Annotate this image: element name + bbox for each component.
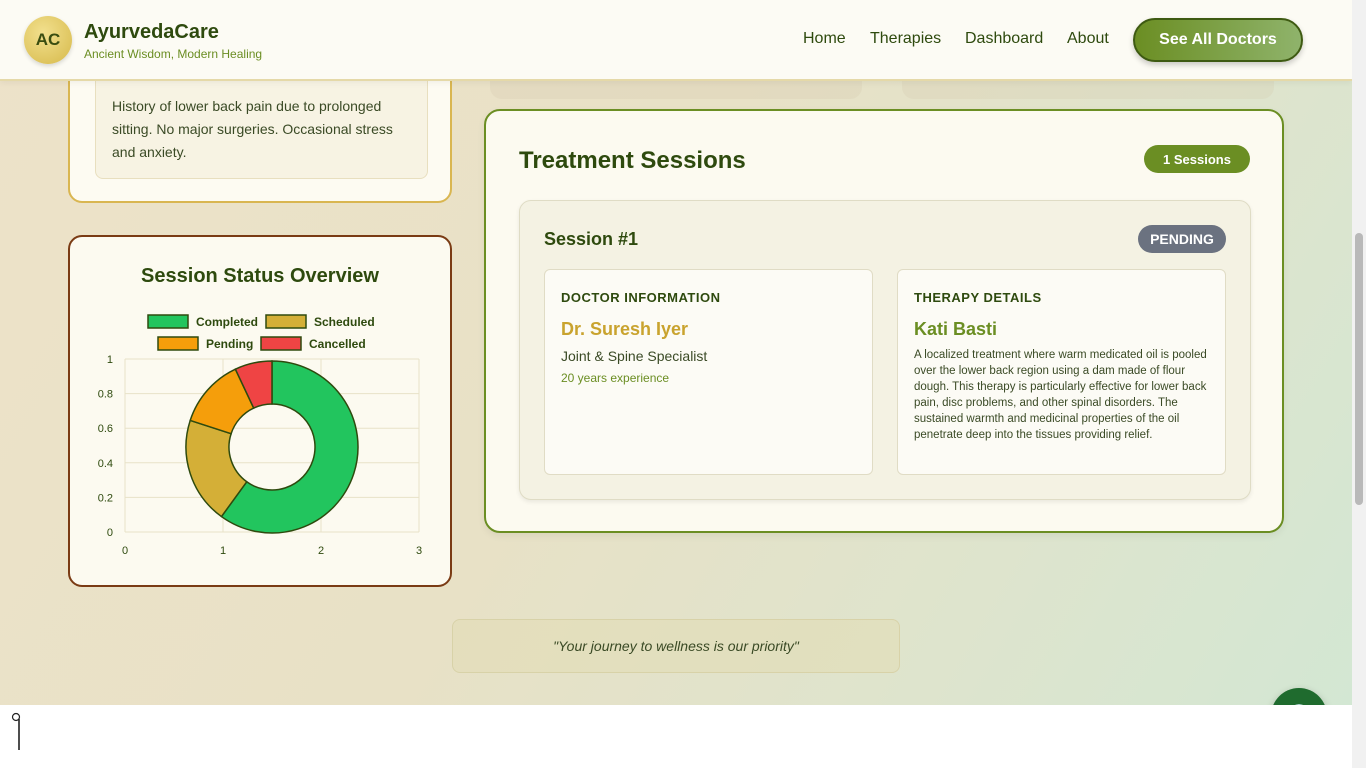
y-tick-label: 0.2 bbox=[98, 492, 113, 504]
card-shadow bbox=[490, 81, 862, 99]
bottom-panel[interactable] bbox=[0, 705, 1352, 768]
x-tick-label: 1 bbox=[220, 545, 226, 557]
session-status-chart-card: Session Status Overview 0 0.2 0.4 0.6 0.8 1 0 1… bbox=[68, 235, 452, 587]
y-tick-label: 0.8 bbox=[98, 389, 113, 401]
treatment-sessions-title: Treatment Sessions bbox=[519, 147, 746, 174]
legend-label: Pending bbox=[206, 337, 253, 351]
status-badge: PENDING bbox=[1138, 225, 1226, 253]
see-all-doctors-button[interactable]: See All Doctors bbox=[1133, 18, 1303, 62]
card-shadow bbox=[902, 81, 1274, 99]
legend-swatch bbox=[157, 336, 199, 351]
nav-dashboard-link[interactable]: Dashboard bbox=[965, 30, 1043, 48]
text-cursor-icon bbox=[11, 712, 21, 750]
y-tick-label: 0 bbox=[107, 527, 113, 539]
nav-about-link[interactable]: About bbox=[1067, 30, 1109, 48]
doctor-experience: 20 years experience bbox=[561, 371, 670, 385]
nav-therapies-link[interactable]: Therapies bbox=[870, 30, 941, 48]
x-tick-label: 2 bbox=[318, 545, 324, 557]
doctor-name[interactable]: Dr. Suresh Iyer bbox=[561, 319, 688, 340]
medical-history-text: History of lower back pain due to prolon… bbox=[95, 70, 428, 179]
doctor-info-box: DOCTOR INFORMATION Dr. Suresh Iyer Joint… bbox=[544, 269, 873, 475]
x-tick-label: 3 bbox=[416, 545, 422, 557]
treatment-sessions-card: Treatment Sessions 1 Sessions Session #1… bbox=[484, 109, 1284, 533]
logo[interactable]: AC bbox=[24, 16, 72, 64]
legend-swatch bbox=[147, 314, 189, 329]
legend-swatch bbox=[265, 314, 307, 329]
legend-label: Scheduled bbox=[314, 315, 375, 329]
medical-history-card: History of lower back pain due to prolon… bbox=[68, 60, 452, 203]
legend-label: Completed bbox=[196, 315, 258, 329]
y-tick-label: 1 bbox=[107, 354, 113, 366]
session-item: Session #1 PENDING DOCTOR INFORMATION Dr… bbox=[519, 200, 1251, 500]
sessions-count-badge: 1 Sessions bbox=[1144, 145, 1250, 173]
doctor-info-heading: DOCTOR INFORMATION bbox=[561, 290, 721, 305]
therapy-details-heading: THERAPY DETAILS bbox=[914, 290, 1042, 305]
legend-swatch bbox=[260, 336, 302, 351]
top-navigation-bar: AC AyurvedaCare Ancient Wisdom, Modern H… bbox=[0, 0, 1352, 81]
legend-label: Cancelled bbox=[309, 337, 366, 351]
doctor-specialty: Joint & Spine Specialist bbox=[561, 348, 708, 364]
language-button[interactable] bbox=[1271, 688, 1327, 705]
y-tick-label: 0.4 bbox=[98, 458, 113, 470]
brand-tagline: Ancient Wisdom, Modern Healing bbox=[84, 47, 263, 61]
session-title: Session #1 bbox=[544, 229, 639, 249]
therapy-description: A localized treatment where warm medicat… bbox=[914, 349, 1207, 441]
brand-name[interactable]: AyurvedaCare bbox=[84, 21, 219, 44]
therapy-name[interactable]: Kati Basti bbox=[914, 319, 997, 340]
session-status-chart: 0 0.2 0.4 0.6 0.8 1 0 1 2 3 Completed Scheduled Pend… bbox=[98, 314, 422, 557]
page-background: History of lower back pain due to prolon… bbox=[0, 0, 1352, 705]
wellness-quote: "Your journey to wellness is our priorit… bbox=[452, 619, 900, 673]
y-tick-label: 0.6 bbox=[98, 423, 113, 435]
nav-home-link[interactable]: Home bbox=[803, 30, 846, 48]
scrollbar-thumb[interactable] bbox=[1355, 233, 1363, 505]
therapy-details-box: THERAPY DETAILS Kati Basti A localized t… bbox=[897, 269, 1226, 475]
vertical-scrollbar[interactable] bbox=[1352, 0, 1366, 768]
x-tick-label: 0 bbox=[122, 545, 128, 557]
